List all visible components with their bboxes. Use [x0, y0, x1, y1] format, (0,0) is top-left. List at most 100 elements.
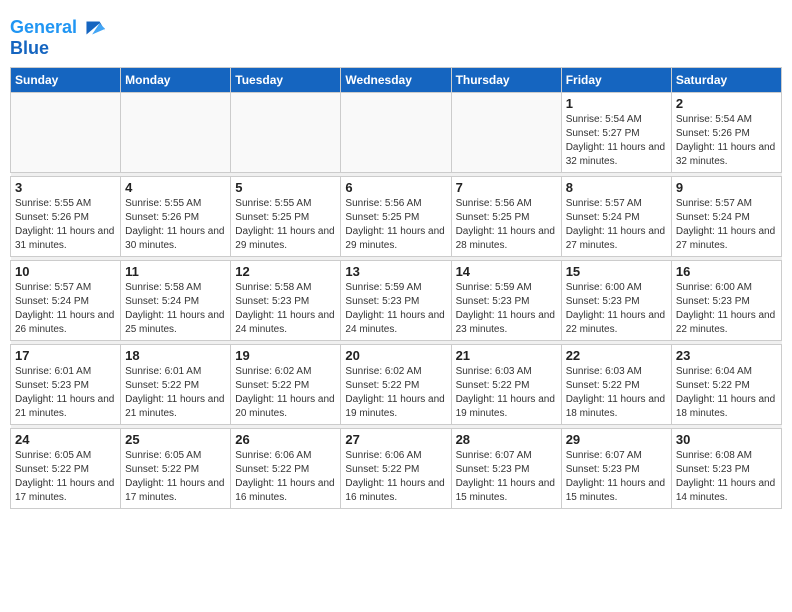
day-number: 28 [456, 432, 557, 447]
calendar-cell: 10Sunrise: 5:57 AM Sunset: 5:24 PM Dayli… [11, 261, 121, 341]
day-info: Sunrise: 6:01 AM Sunset: 5:22 PM Dayligh… [125, 365, 226, 421]
weekday-header-thursday: Thursday [451, 68, 561, 93]
calendar-week-0: 1 Sunrise: 5:54 AM Sunset: 5:27 PM Daylig… [11, 93, 782, 173]
day-number: 1 [566, 96, 667, 111]
calendar-cell: 26Sunrise: 6:06 AM Sunset: 5:22 PM Dayli… [231, 429, 341, 509]
day-number: 7 [456, 180, 557, 195]
calendar-cell: 22 Sunrise: 6:03 AM Sunset: 5:22 PM Dayli… [561, 345, 671, 425]
day-number: 4 [125, 180, 226, 195]
day-number: 13 [345, 264, 446, 279]
day-info: Sunrise: 5:54 AM Sunset: 5:26 PM Dayligh… [676, 113, 777, 169]
day-info: Sunrise: 6:02 AM Sunset: 5:22 PM Dayligh… [235, 365, 336, 421]
calendar-cell: 6Sunrise: 5:56 AM Sunset: 5:25 PM Daylig… [341, 177, 451, 257]
weekday-header-sunday: Sunday [11, 68, 121, 93]
calendar-cell: 28 Sunrise: 6:07 AM Sunset: 5:23 PM Dayli… [451, 429, 561, 509]
logo: General Blue [10, 14, 107, 59]
calendar-week-3: 17 Sunrise: 6:01 AM Sunset: 5:23 PM Dayli… [11, 345, 782, 425]
calendar-cell: 2 Sunrise: 5:54 AM Sunset: 5:26 PM Daylig… [671, 93, 781, 173]
calendar-cell: 21 Sunrise: 6:03 AM Sunset: 5:22 PM Dayli… [451, 345, 561, 425]
day-number: 15 [566, 264, 667, 279]
calendar-cell: 11 Sunrise: 5:58 AM Sunset: 5:24 PM Dayli… [121, 261, 231, 341]
day-info: Sunrise: 6:00 AM Sunset: 5:23 PM Dayligh… [676, 281, 777, 337]
day-number: 14 [456, 264, 557, 279]
weekday-header-tuesday: Tuesday [231, 68, 341, 93]
day-number: 30 [676, 432, 777, 447]
calendar-cell [231, 93, 341, 173]
calendar-cell: 15 Sunrise: 6:00 AM Sunset: 5:23 PM Dayli… [561, 261, 671, 341]
day-info: Sunrise: 6:00 AM Sunset: 5:23 PM Dayligh… [566, 281, 667, 337]
day-info: Sunrise: 5:57 AM Sunset: 5:24 PM Dayligh… [566, 197, 667, 253]
day-info: Sunrise: 6:06 AM Sunset: 5:22 PM Dayligh… [345, 449, 446, 505]
day-number: 2 [676, 96, 777, 111]
day-number: 8 [566, 180, 667, 195]
calendar-cell: 5 Sunrise: 5:55 AM Sunset: 5:25 PM Daylig… [231, 177, 341, 257]
day-info: Sunrise: 5:55 AM Sunset: 5:25 PM Dayligh… [235, 197, 336, 253]
calendar-cell [341, 93, 451, 173]
weekday-header-row: SundayMondayTuesdayWednesdayThursdayFrid… [11, 68, 782, 93]
calendar-cell [451, 93, 561, 173]
calendar-table: SundayMondayTuesdayWednesdayThursdayFrid… [10, 67, 782, 509]
day-number: 21 [456, 348, 557, 363]
day-number: 9 [676, 180, 777, 195]
day-number: 24 [15, 432, 116, 447]
weekday-header-saturday: Saturday [671, 68, 781, 93]
calendar-week-2: 10Sunrise: 5:57 AM Sunset: 5:24 PM Dayli… [11, 261, 782, 341]
day-info: Sunrise: 6:03 AM Sunset: 5:22 PM Dayligh… [566, 365, 667, 421]
day-number: 17 [15, 348, 116, 363]
page-header: General Blue [10, 10, 782, 59]
day-info: Sunrise: 6:08 AM Sunset: 5:23 PM Dayligh… [676, 449, 777, 505]
calendar-cell: 19 Sunrise: 6:02 AM Sunset: 5:22 PM Dayli… [231, 345, 341, 425]
day-number: 19 [235, 348, 336, 363]
calendar-week-1: 3 Sunrise: 5:55 AM Sunset: 5:26 PM Daylig… [11, 177, 782, 257]
calendar-cell: 25 Sunrise: 6:05 AM Sunset: 5:22 PM Dayli… [121, 429, 231, 509]
day-info: Sunrise: 5:57 AM Sunset: 5:24 PM Dayligh… [676, 197, 777, 253]
day-info: Sunrise: 5:58 AM Sunset: 5:23 PM Dayligh… [235, 281, 336, 337]
day-info: Sunrise: 5:55 AM Sunset: 5:26 PM Dayligh… [15, 197, 116, 253]
day-number: 23 [676, 348, 777, 363]
calendar-cell: 13 Sunrise: 5:59 AM Sunset: 5:23 PM Dayli… [341, 261, 451, 341]
calendar-cell: 1 Sunrise: 5:54 AM Sunset: 5:27 PM Daylig… [561, 93, 671, 173]
day-number: 3 [15, 180, 116, 195]
calendar-cell: 20 Sunrise: 6:02 AM Sunset: 5:22 PM Dayli… [341, 345, 451, 425]
calendar-cell: 7 Sunrise: 5:56 AM Sunset: 5:25 PM Daylig… [451, 177, 561, 257]
calendar-cell: 30 Sunrise: 6:08 AM Sunset: 5:23 PM Dayli… [671, 429, 781, 509]
day-info: Sunrise: 6:02 AM Sunset: 5:22 PM Dayligh… [345, 365, 446, 421]
calendar-cell: 18 Sunrise: 6:01 AM Sunset: 5:22 PM Dayli… [121, 345, 231, 425]
calendar-cell: 12Sunrise: 5:58 AM Sunset: 5:23 PM Dayli… [231, 261, 341, 341]
day-info: Sunrise: 6:03 AM Sunset: 5:22 PM Dayligh… [456, 365, 557, 421]
calendar-cell [11, 93, 121, 173]
day-number: 6 [345, 180, 446, 195]
calendar-cell: 8 Sunrise: 5:57 AM Sunset: 5:24 PM Daylig… [561, 177, 671, 257]
calendar-cell: 24 Sunrise: 6:05 AM Sunset: 5:22 PM Dayli… [11, 429, 121, 509]
day-number: 25 [125, 432, 226, 447]
day-number: 22 [566, 348, 667, 363]
day-info: Sunrise: 6:07 AM Sunset: 5:23 PM Dayligh… [456, 449, 557, 505]
calendar-cell: 16 Sunrise: 6:00 AM Sunset: 5:23 PM Dayli… [671, 261, 781, 341]
day-info: Sunrise: 5:55 AM Sunset: 5:26 PM Dayligh… [125, 197, 226, 253]
day-number: 18 [125, 348, 226, 363]
weekday-header-monday: Monday [121, 68, 231, 93]
day-info: Sunrise: 6:05 AM Sunset: 5:22 PM Dayligh… [125, 449, 226, 505]
calendar-cell [121, 93, 231, 173]
calendar-cell: 9 Sunrise: 5:57 AM Sunset: 5:24 PM Daylig… [671, 177, 781, 257]
day-info: Sunrise: 5:58 AM Sunset: 5:24 PM Dayligh… [125, 281, 226, 337]
logo-icon [79, 14, 107, 42]
day-number: 27 [345, 432, 446, 447]
calendar-cell: 3 Sunrise: 5:55 AM Sunset: 5:26 PM Daylig… [11, 177, 121, 257]
day-info: Sunrise: 5:56 AM Sunset: 5:25 PM Dayligh… [456, 197, 557, 253]
day-number: 29 [566, 432, 667, 447]
calendar-cell: 4 Sunrise: 5:55 AM Sunset: 5:26 PM Daylig… [121, 177, 231, 257]
day-number: 11 [125, 264, 226, 279]
day-info: Sunrise: 6:04 AM Sunset: 5:22 PM Dayligh… [676, 365, 777, 421]
day-number: 20 [345, 348, 446, 363]
day-number: 10 [15, 264, 116, 279]
day-number: 5 [235, 180, 336, 195]
day-info: Sunrise: 5:59 AM Sunset: 5:23 PM Dayligh… [345, 281, 446, 337]
logo-text: General [10, 18, 77, 38]
day-info: Sunrise: 5:54 AM Sunset: 5:27 PM Dayligh… [566, 113, 667, 169]
weekday-header-wednesday: Wednesday [341, 68, 451, 93]
day-number: 16 [676, 264, 777, 279]
day-info: Sunrise: 6:01 AM Sunset: 5:23 PM Dayligh… [15, 365, 116, 421]
day-info: Sunrise: 6:05 AM Sunset: 5:22 PM Dayligh… [15, 449, 116, 505]
calendar-cell: 29Sunrise: 6:07 AM Sunset: 5:23 PM Dayli… [561, 429, 671, 509]
